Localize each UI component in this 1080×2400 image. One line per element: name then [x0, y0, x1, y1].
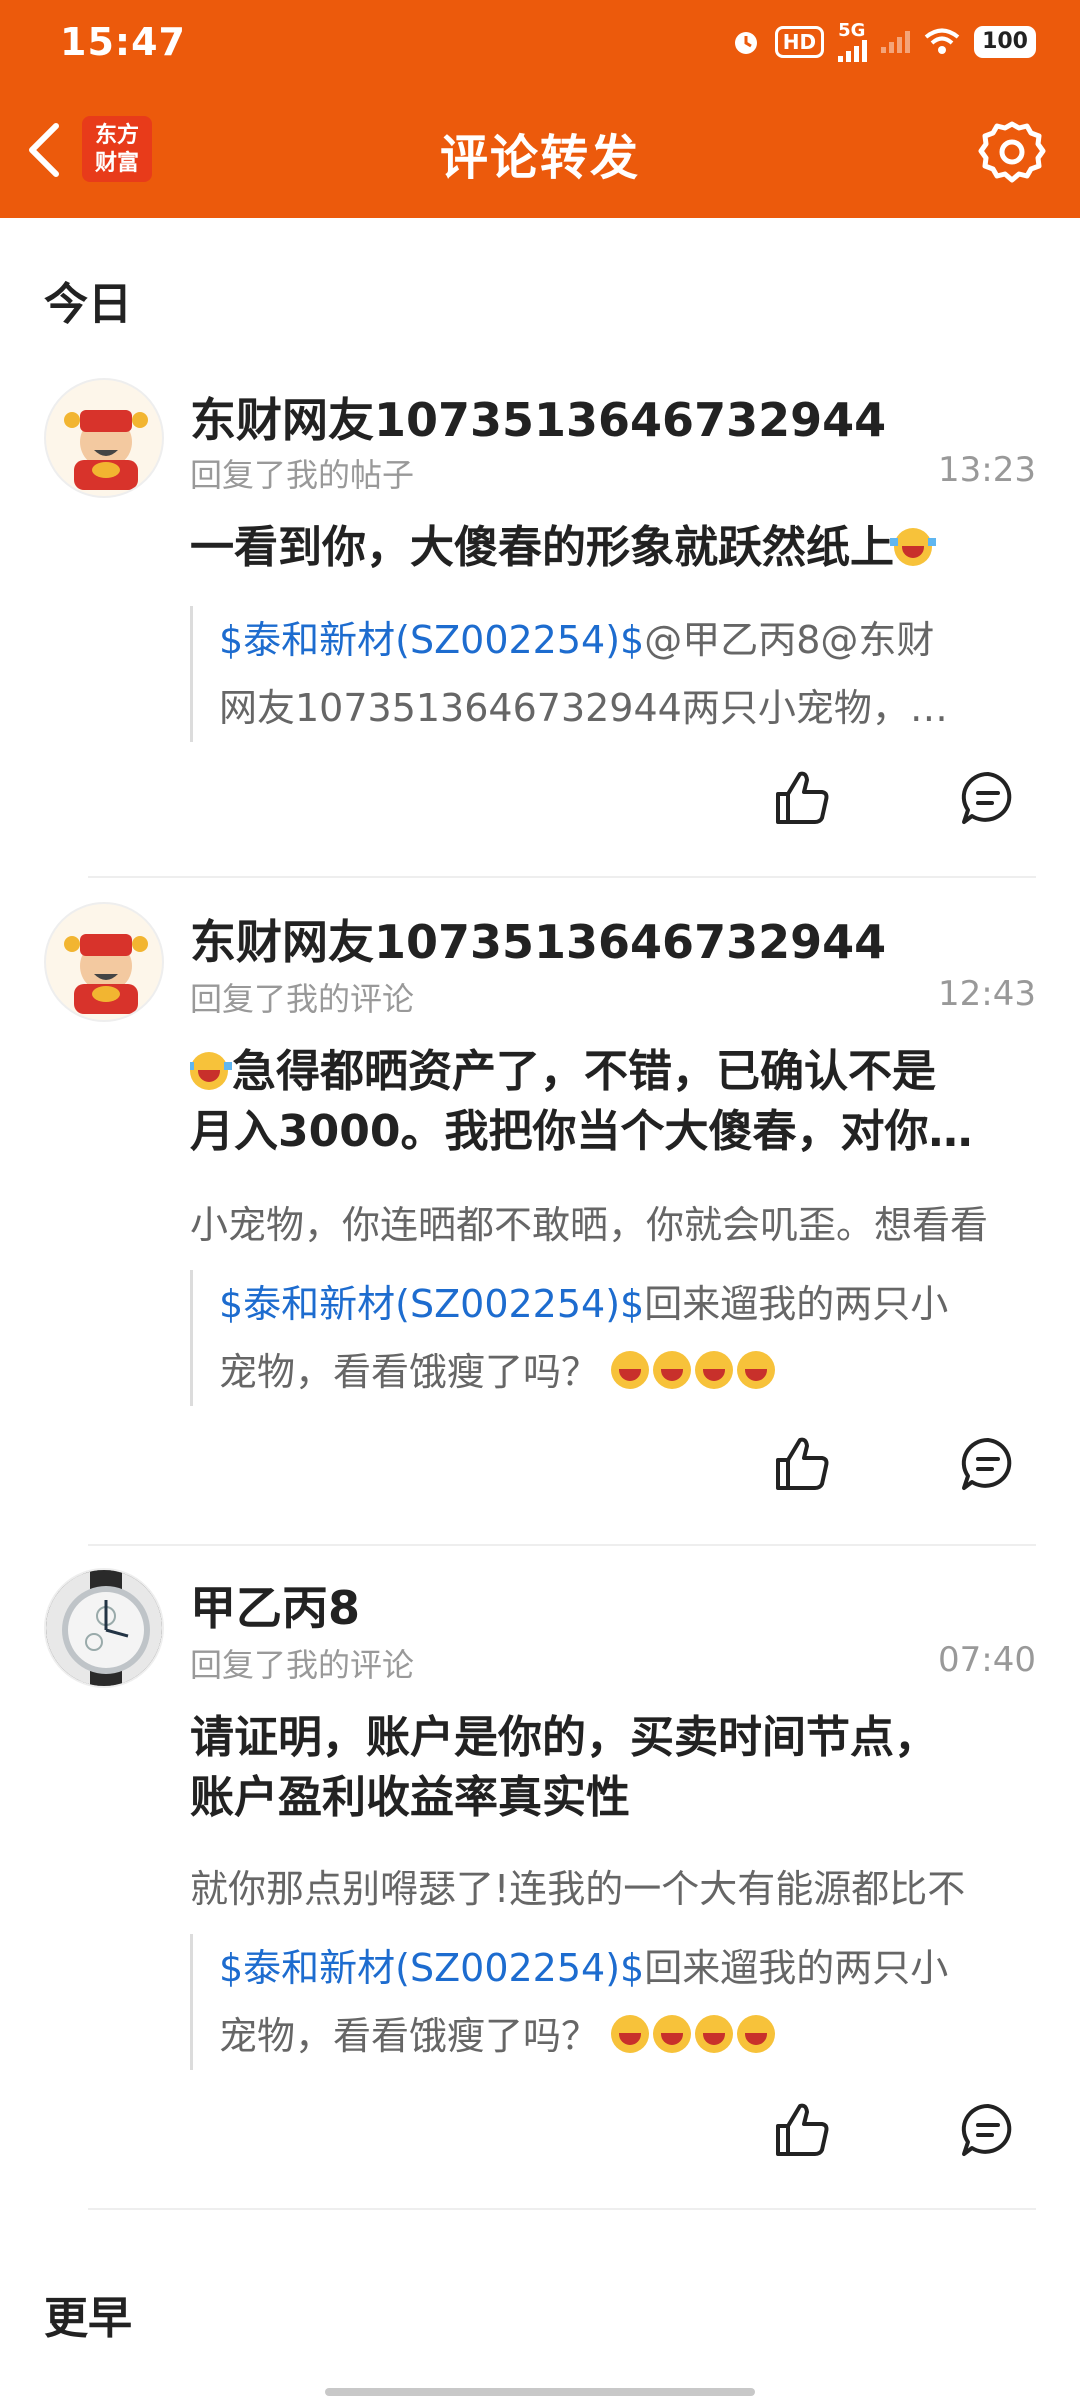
cell-signal-icon: 5G — [838, 20, 868, 62]
quote-text: 网友1073513646732944两只小宠物，… — [219, 686, 948, 730]
username[interactable]: 东财网友1073513646732944 — [190, 906, 886, 972]
quote-text: 宠物，看看饿瘦了吗？ — [219, 1350, 600, 1394]
divider — [88, 876, 1036, 878]
grin-emoji-icon — [737, 1351, 776, 1389]
grin-emoji-icon — [653, 1351, 692, 1389]
comment-line: 一看到你，大傻春的形象就跃然纸上 — [190, 522, 894, 573]
action-text: 回复了我的评论 — [190, 980, 415, 1018]
stock-link[interactable]: $泰和新材(SZ002254)$ — [219, 1946, 644, 1990]
comment-line: 月入3000。我把你当个大傻春，对你… — [190, 1106, 973, 1157]
fortune-god-avatar[interactable] — [44, 902, 164, 1022]
status-icons: HD 5G 100 — [731, 22, 1036, 62]
comment-text[interactable]: 急得都晒资产了，不错，已确认不是 月入3000。我把你当个大傻春，对你… — [190, 1042, 1040, 1162]
thumbs-up-icon[interactable] — [770, 2098, 834, 2162]
stock-link[interactable]: $泰和新材(SZ002254)$ — [219, 1282, 644, 1326]
comment-line: 请证明，账户是你的，买卖时间节点， — [190, 1712, 938, 1763]
battery-icon: 100 — [974, 26, 1036, 58]
grin-emoji-icon — [695, 1351, 734, 1389]
divider — [88, 2208, 1036, 2210]
watch-avatar[interactable] — [44, 1568, 164, 1688]
comment-text[interactable]: 一看到你，大傻春的形象就跃然纸上 — [190, 518, 1040, 578]
reply-text[interactable]: 小宠物，你连晒都不敢晒，你就会叽歪。想看看 — [190, 1194, 1036, 1249]
settings-gear-icon[interactable] — [976, 118, 1048, 190]
comment-bubble-icon[interactable] — [958, 768, 1018, 828]
comment-line: 急得都晒资产了，不错，已确认不是 — [232, 1046, 936, 1097]
hd-badge: HD — [774, 26, 825, 58]
grin-emoji-icon — [737, 2015, 776, 2053]
top-bar: 15:47 HD 5G 100 东方 财富 评论转发 — [0, 0, 1080, 218]
grin-emoji-icon — [611, 1351, 650, 1389]
quote-text: 宠物，看看饿瘦了吗？ — [219, 2014, 600, 2058]
quoted-post[interactable]: $泰和新材(SZ002254)$回来遛我的两只小 宠物，看看饿瘦了吗？ — [190, 1934, 1036, 2070]
quote-text: 回来遛我的两只小 — [644, 1946, 949, 1990]
timestamp: 12:43 — [938, 974, 1036, 1014]
page-title: 评论转发 — [439, 130, 640, 186]
stock-link[interactable]: $泰和新材(SZ002254)$ — [219, 618, 644, 662]
section-title-earlier: 更早 — [44, 2293, 132, 2344]
home-indicator[interactable] — [325, 2388, 755, 2396]
grin-emoji-icon — [653, 2015, 692, 2053]
username[interactable]: 东财网友1073513646732944 — [190, 384, 886, 450]
comment-line: 账户盈利收益率真实性 — [190, 1772, 630, 1823]
quoted-post[interactable]: $泰和新材(SZ002254)$回来遛我的两只小 宠物，看看饿瘦了吗？ — [190, 1270, 1036, 1406]
quote-text: 回来遛我的两只小 — [644, 1282, 949, 1326]
laugh-cry-emoji-icon — [890, 528, 936, 566]
thumbs-up-icon[interactable] — [770, 1432, 834, 1496]
comment-text[interactable]: 请证明，账户是你的，买卖时间节点， 账户盈利收益率真实性 — [190, 1708, 1040, 1828]
timestamp: 13:23 — [938, 450, 1036, 490]
grin-emoji-icon — [611, 2015, 650, 2053]
quoted-post[interactable]: $泰和新材(SZ002254)$@甲乙丙8@东财 网友1073513646732… — [190, 606, 1036, 742]
wifi-icon — [924, 28, 960, 54]
divider — [88, 1544, 1036, 1546]
grin-emoji-icon — [695, 2015, 734, 2053]
laugh-cry-emoji-icon — [190, 1052, 232, 1090]
fortune-god-avatar[interactable] — [44, 378, 164, 498]
timestamp: 07:40 — [938, 1640, 1036, 1680]
quote-text: @甲乙丙8@东财 — [644, 618, 935, 662]
status-time: 15:47 — [60, 20, 186, 64]
action-text: 回复了我的评论 — [190, 1646, 415, 1684]
network-type: 5G — [838, 20, 866, 41]
username[interactable]: 甲乙丙8 — [190, 1572, 360, 1638]
thumbs-up-icon[interactable] — [770, 766, 834, 830]
comment-bubble-icon[interactable] — [958, 1434, 1018, 1494]
comment-bubble-icon[interactable] — [958, 2100, 1018, 2160]
section-title-today: 今日 — [44, 279, 132, 330]
alarm-icon — [734, 32, 757, 54]
reply-text[interactable]: 就你那点别嘚瑟了!连我的一个大有能源都比不 — [190, 1858, 1036, 1913]
cell-signal-2-icon — [881, 31, 911, 53]
action-text: 回复了我的帖子 — [190, 456, 415, 494]
